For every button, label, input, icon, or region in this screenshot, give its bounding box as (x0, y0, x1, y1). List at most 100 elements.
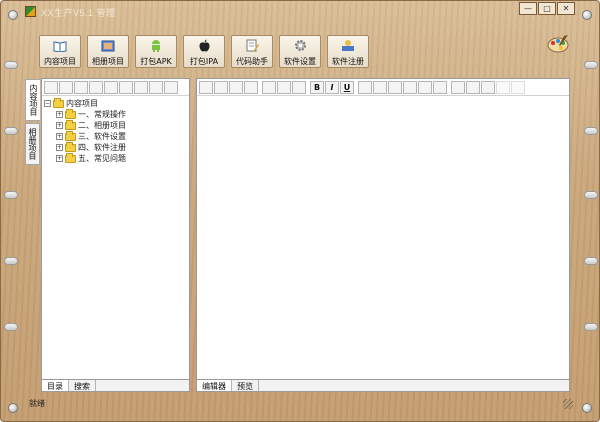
expand-icon[interactable]: + (56, 122, 63, 129)
expand-icon[interactable]: + (56, 155, 63, 162)
pack-ipa-label: 打包IPA (189, 57, 219, 66)
tree-item[interactable]: + 一、常规操作 (44, 108, 187, 120)
status-text: 就绪 (29, 399, 45, 408)
insert-table-icon[interactable] (418, 81, 432, 94)
template-icon[interactable] (466, 81, 480, 94)
tab-editor[interactable]: 编辑器 (197, 380, 232, 391)
align-center-icon[interactable] (277, 81, 291, 94)
album-project-label: 相册项目 (92, 57, 124, 66)
expand-icon[interactable]: + (56, 133, 63, 140)
editor-content-area[interactable] (197, 97, 569, 380)
apple-icon (197, 39, 211, 52)
code-assistant-label: 代码助手 (236, 57, 268, 66)
binder-ring-icon (584, 61, 598, 69)
side-tabs: 内容项目 相册项目 (25, 79, 41, 167)
binder-ring-icon (584, 191, 598, 199)
folder-icon (65, 130, 76, 141)
tab-preview[interactable]: 预览 (232, 380, 259, 391)
highlight-icon[interactable] (373, 81, 387, 94)
binder-ring-icon (4, 257, 18, 265)
align-left-icon[interactable] (262, 81, 276, 94)
pack-apk-label: 打包APK (140, 57, 172, 66)
binder-ring-icon (4, 61, 18, 69)
folder-icon (65, 119, 76, 130)
pack-apk-button[interactable]: 打包APK (135, 35, 177, 68)
insert-object-icon[interactable] (451, 81, 465, 94)
insert-picture-icon[interactable] (403, 81, 417, 94)
help-icon[interactable] (164, 81, 178, 94)
tab-directory[interactable]: 目录 (42, 380, 69, 391)
pin-icon (8, 10, 18, 20)
tree-item[interactable]: + 三、软件设置 (44, 130, 187, 142)
editor-toolbar: B I U (197, 79, 569, 96)
align-right-icon[interactable] (292, 81, 306, 94)
italic-button[interactable]: I (325, 81, 339, 94)
side-tab-album-project[interactable]: 相册项目 (25, 123, 40, 165)
resize-grip-icon[interactable] (563, 399, 573, 409)
image-icon[interactable] (214, 81, 228, 94)
code-assistant-button[interactable]: 代码助手 (231, 35, 273, 68)
app-window: XX生产V5.1 管理 — □ ✕ 内容项目 相册项目 打包APK 打包IPA … (0, 0, 600, 422)
spellcheck-icon[interactable] (244, 81, 258, 94)
folder-icon (65, 141, 76, 152)
maximize-button[interactable]: □ (538, 2, 556, 15)
album-project-button[interactable]: 相册项目 (87, 35, 129, 68)
bold-button[interactable]: B (310, 81, 324, 94)
minimize-button[interactable]: — (519, 2, 537, 15)
title-bar: XX生产V5.1 管理 — □ ✕ (1, 1, 599, 21)
tree-item-label: 三、软件设置 (78, 132, 126, 141)
clear-format-icon[interactable] (481, 81, 495, 94)
gear-icon (293, 39, 307, 52)
pin-icon (582, 403, 592, 413)
save-icon[interactable] (199, 81, 213, 94)
directory-tabs: 目录 搜索 (42, 379, 189, 391)
tree-root-label: 内容项目 (66, 99, 98, 108)
side-tab-content-project[interactable]: 内容项目 (25, 79, 40, 121)
tree-item[interactable]: + 二、相册项目 (44, 119, 187, 131)
window-controls: — □ ✕ (518, 2, 575, 15)
properties-icon[interactable] (89, 81, 103, 94)
project-tree: − 内容项目 + 一、常规操作 + 二、相册项目 + 三、软件设置 + 四、软件… (42, 96, 189, 166)
binder-ring-icon (4, 191, 18, 199)
collapse-icon[interactable]: − (44, 100, 51, 107)
find-icon[interactable] (229, 81, 243, 94)
undo-icon[interactable] (496, 81, 510, 94)
insert-media-icon[interactable] (388, 81, 402, 94)
software-register-button[interactable]: 软件注册 (327, 35, 369, 68)
cut-icon[interactable] (119, 81, 133, 94)
folder-icon (53, 97, 64, 108)
tree-item[interactable]: + 四、软件注册 (44, 141, 187, 153)
software-settings-button[interactable]: 软件设置 (279, 35, 321, 68)
directory-panel: − 内容项目 + 一、常规操作 + 二、相册项目 + 三、软件设置 + 四、软件… (41, 78, 190, 392)
insert-link-icon[interactable] (433, 81, 447, 94)
grid-icon[interactable] (134, 81, 148, 94)
open-folder-icon[interactable] (74, 81, 88, 94)
underline-button[interactable]: U (340, 81, 354, 94)
new-folder-icon[interactable] (59, 81, 73, 94)
tree-root[interactable]: − 内容项目 (44, 97, 187, 109)
move-icon[interactable] (104, 81, 118, 94)
font-color-icon[interactable] (358, 81, 372, 94)
photo-album-icon (101, 39, 115, 52)
expand-icon[interactable]: + (56, 111, 63, 118)
skin-palette-icon[interactable] (547, 35, 569, 53)
redo-icon[interactable] (511, 81, 525, 94)
close-button[interactable]: ✕ (557, 2, 575, 15)
register-icon (341, 39, 355, 52)
expand-icon[interactable]: + (56, 144, 63, 151)
copy-icon[interactable] (149, 81, 163, 94)
tab-search[interactable]: 搜索 (69, 380, 96, 391)
binder-ring-icon (584, 127, 598, 135)
content-project-button[interactable]: 内容项目 (39, 35, 81, 68)
android-icon (149, 39, 163, 52)
tree-item-label: 四、软件注册 (78, 143, 126, 152)
tree-item-label: 五、常见问题 (78, 154, 126, 163)
editor-tabs: 编辑器 预览 (197, 379, 569, 391)
pack-ipa-button[interactable]: 打包IPA (183, 35, 225, 68)
tree-item[interactable]: + 五、常见问题 (44, 152, 187, 164)
new-file-icon[interactable] (44, 81, 58, 94)
folder-icon (65, 108, 76, 119)
binder-ring-icon (584, 257, 598, 265)
app-logo-icon (25, 6, 36, 17)
folder-icon (65, 152, 76, 163)
